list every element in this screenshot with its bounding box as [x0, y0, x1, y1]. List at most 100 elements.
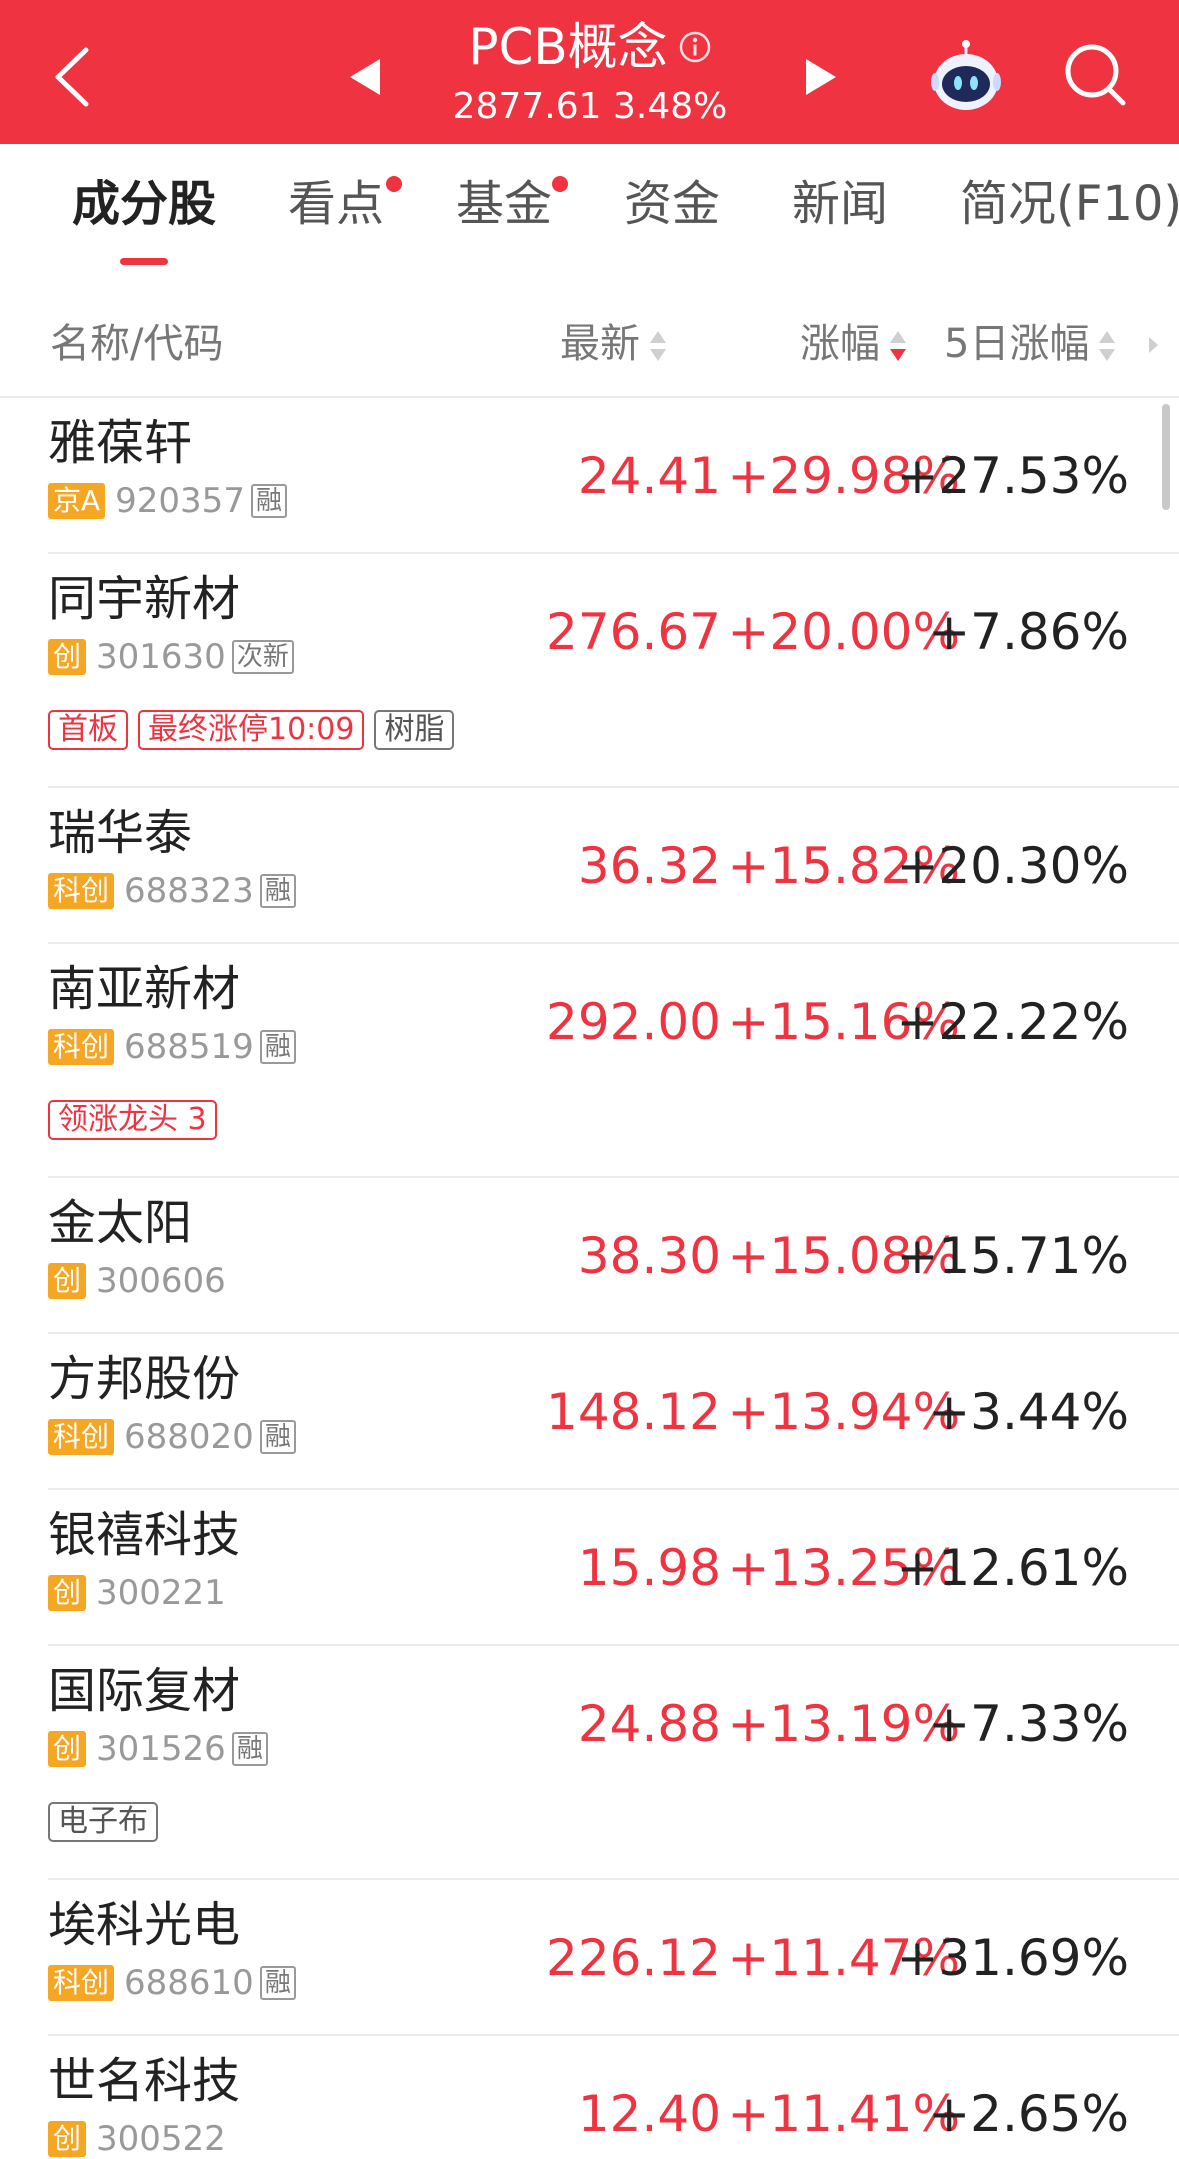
info-icon[interactable]	[678, 30, 712, 64]
stock-row[interactable]: 同宇新材 创 301630 次新 首板 最终涨停10:09 树脂 276.67 +20.…	[48, 554, 1179, 788]
stock-code-line: 创 300221	[48, 1574, 226, 1612]
stock-row[interactable]: 方邦股份 科创 688020 融 148.12 +13.94% +3.44%	[48, 1334, 1179, 1490]
stock-row[interactable]: 雅葆轩 京A 920357 融 24.41 +29.98% +27.53%	[48, 398, 1179, 554]
column-latest[interactable]: 最新	[560, 314, 668, 374]
market-badge: 创	[48, 1263, 87, 1299]
stock-row[interactable]: 瑞华泰 科创 688323 融 36.32 +15.82% +20.30%	[48, 788, 1179, 944]
stock-code: 300221	[96, 1573, 226, 1613]
margin-flag: 融	[259, 874, 296, 908]
stock-code-line: 科创 688020 融	[48, 1418, 296, 1456]
change-5d-percent: +15.71%	[896, 1227, 1129, 1285]
column-change[interactable]: 涨幅	[800, 314, 908, 374]
tab-highlights[interactable]: 看点	[288, 174, 384, 234]
tab-constituents[interactable]: 成分股	[72, 174, 216, 234]
margin-flag: 融	[250, 484, 287, 518]
market-badge: 科创	[48, 1029, 115, 1065]
stock-code: 688519	[124, 1027, 254, 1067]
latest-price: 24.41	[577, 447, 721, 505]
column-change-5d[interactable]: 5日涨幅	[944, 314, 1117, 374]
stock-code: 688323	[124, 871, 254, 911]
stock-code-line: 科创 688519 融	[48, 1028, 296, 1066]
stock-code: 688020	[124, 1417, 254, 1457]
tab-news[interactable]: 新闻	[792, 174, 888, 234]
stock-code-line: 科创 688610 融	[48, 1964, 296, 2002]
search-icon[interactable]	[1060, 40, 1130, 110]
tab-funds-dot	[552, 176, 568, 192]
stock-name: 银禧科技	[48, 1507, 241, 1563]
tag-limit-up-time[interactable]: 最终涨停10:09	[138, 710, 365, 750]
top-bar: PCB概念 2877.61 3.48%	[0, 0, 1179, 144]
latest-price: 38.30	[577, 1227, 721, 1285]
tag-leading-dragon[interactable]: 领涨龙头 3	[48, 1100, 217, 1140]
market-badge: 科创	[48, 1965, 115, 2001]
scroll-right-icon[interactable]	[1146, 332, 1160, 358]
change-5d-percent: +3.44%	[928, 1383, 1129, 1441]
stock-row[interactable]: 埃科光电 科创 688610 融 226.12 +11.47% +31.69%	[48, 1880, 1179, 2036]
sort-icon	[650, 331, 666, 361]
stock-code: 301630	[96, 637, 226, 677]
latest-price: 226.12	[546, 1929, 721, 1987]
column-header-row: 名称/代码 最新 涨幅 5日涨幅	[0, 296, 1179, 398]
latest-price: 24.88	[577, 1695, 721, 1753]
column-change-label: 涨幅	[800, 321, 880, 367]
latest-price: 12.40	[577, 2085, 721, 2143]
stock-code: 300522	[96, 2119, 226, 2159]
market-badge: 创	[48, 2121, 87, 2157]
latest-price: 276.67	[546, 603, 721, 661]
new-listing-flag: 次新	[231, 640, 294, 674]
margin-flag: 融	[259, 1966, 296, 2000]
stock-name: 南亚新材	[48, 961, 241, 1017]
change-percent: +20.00%	[727, 603, 960, 661]
market-badge: 京A	[48, 483, 106, 519]
back-icon[interactable]	[46, 42, 106, 112]
column-latest-label: 最新	[560, 321, 640, 367]
robot-assistant-icon[interactable]	[926, 38, 1006, 118]
change-percent: +13.19%	[727, 1695, 960, 1753]
stock-code-line: 京A 920357 融	[48, 482, 287, 520]
change-5d-percent: +27.53%	[896, 447, 1129, 505]
page-title: PCB概念	[468, 18, 668, 76]
market-badge: 创	[48, 1575, 87, 1611]
stock-row[interactable]: 世名科技 创 300522 12.40 +11.41% +2.65%	[48, 2036, 1179, 2159]
tab-funds[interactable]: 基金	[456, 174, 552, 234]
latest-price: 36.32	[577, 837, 721, 895]
change-5d-percent: +20.30%	[896, 837, 1129, 895]
column-name-code: 名称/代码	[50, 321, 224, 367]
change-5d-percent: +31.69%	[896, 1929, 1129, 1987]
stock-row[interactable]: 金太阳 创 300606 38.30 +15.08% +15.71%	[48, 1178, 1179, 1334]
tag-first-board[interactable]: 首板	[48, 710, 128, 750]
tag-list: 电子布	[48, 1802, 168, 1842]
stock-code: 688610	[124, 1963, 254, 2003]
column-change-5d-label: 5日涨幅	[944, 321, 1090, 367]
tag-electronic-cloth[interactable]: 电子布	[48, 1802, 158, 1842]
market-badge: 科创	[48, 1419, 115, 1455]
vertical-scrollbar[interactable]	[1162, 404, 1170, 510]
stock-name: 方邦股份	[48, 1351, 241, 1407]
sort-descending-icon	[890, 331, 906, 361]
change-5d-percent: +7.33%	[928, 1695, 1129, 1753]
tag-resin[interactable]: 树脂	[374, 710, 455, 750]
next-icon[interactable]	[800, 56, 840, 98]
tab-bar: 成分股 看点 基金 资金 新闻 简况(F10)	[0, 144, 1179, 284]
stock-code: 300606	[96, 1261, 226, 1301]
stock-code-line: 创 300522	[48, 2120, 226, 2158]
tab-capital[interactable]: 资金	[624, 174, 720, 234]
change-5d-percent: +12.61%	[896, 1539, 1129, 1597]
change-5d-percent: +2.65%	[928, 2085, 1129, 2143]
tab-profile-f10[interactable]: 简况(F10)	[960, 174, 1179, 234]
stock-name: 埃科光电	[48, 1897, 241, 1953]
latest-price: 15.98	[577, 1539, 721, 1597]
stock-code: 920357	[115, 481, 245, 521]
stock-name: 瑞华泰	[48, 805, 193, 861]
change-percent: +13.94%	[727, 1383, 960, 1441]
margin-flag: 融	[231, 1732, 268, 1766]
stock-row[interactable]: 国际复材 创 301526 融 电子布 24.88 +13.19% +7.33%	[48, 1646, 1179, 1880]
stock-row[interactable]: 银禧科技 创 300221 15.98 +13.25% +12.61%	[48, 1490, 1179, 1646]
stock-code: 301526	[96, 1729, 226, 1769]
change-5d-percent: +22.22%	[896, 993, 1129, 1051]
prev-icon[interactable]	[346, 56, 386, 98]
stock-name: 世名科技	[48, 2053, 241, 2109]
latest-price: 292.00	[546, 993, 721, 1051]
stock-row[interactable]: 南亚新材 科创 688519 融 领涨龙头 3 292.00 +15.16% +22…	[48, 944, 1179, 1178]
stock-code-line: 创 300606	[48, 1262, 226, 1300]
